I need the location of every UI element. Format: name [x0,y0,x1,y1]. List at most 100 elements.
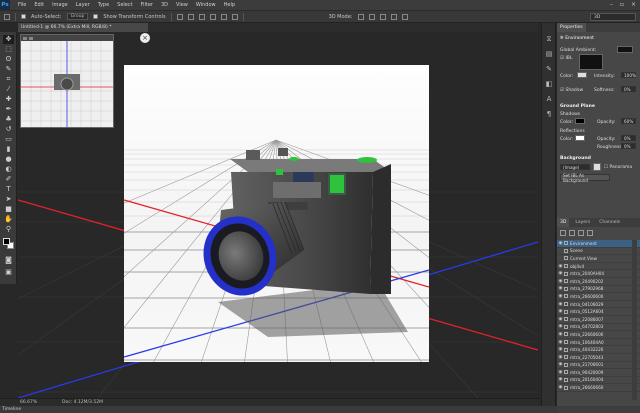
eye-icon[interactable]: ◉ [557,309,564,314]
nav-ctrl-icon[interactable] [29,36,33,40]
material-filter-icon[interactable] [578,230,584,236]
list-item[interactable]: ◉ obj4v4 [557,263,640,271]
blur-tool-icon[interactable]: ● [3,155,14,164]
slide-icon[interactable] [390,13,397,20]
eye-icon[interactable]: ◉ [557,377,564,382]
adjustments-panel-icon[interactable]: ◧ [545,80,553,88]
brush-panel-icon[interactable]: ✎ [545,65,553,73]
scene-filter-icon[interactable] [560,230,566,236]
document-info[interactable]: Doc: 4.12M/3.52M [62,400,103,405]
move-tool-icon[interactable]: ✥ [3,35,14,44]
panorama-checkbox[interactable]: ☐ Panorama [604,165,632,170]
list-item[interactable]: ◉ mtra_22660606 [557,331,640,339]
menu-layer[interactable]: Layer [76,2,90,8]
roll-icon[interactable] [368,13,375,20]
align-right-icon[interactable] [231,13,238,20]
list-item[interactable]: ◉ mtra_22705043 [557,354,640,362]
eye-icon[interactable]: ◉ [557,317,564,322]
eye-icon[interactable]: ◉ [557,241,564,246]
background-preview[interactable] [593,163,601,171]
pen-tool-icon[interactable]: ✐ [3,175,14,184]
eye-icon[interactable]: ◉ [557,362,564,367]
intensity-field[interactable]: 100% [621,72,636,78]
path-select-tool-icon[interactable]: ➤ [3,195,14,204]
list-item[interactable]: ◉ mtra_20490202 [557,278,640,286]
list-item[interactable]: ◉ mtra_04106029 [557,301,640,309]
align-middle-icon[interactable] [187,13,194,20]
light-filter-icon[interactable] [587,230,593,236]
color-swatches[interactable] [3,238,15,250]
menu-select[interactable]: Select [117,2,132,8]
eye-icon[interactable]: ◉ [557,355,564,360]
move-tool-icon[interactable] [4,13,10,20]
quick-select-tool-icon[interactable]: ✎ [3,65,14,74]
scale-icon[interactable] [401,13,408,20]
nav-ctrl-icon[interactable] [23,36,27,40]
align-top-icon[interactable] [176,13,183,20]
ibl-color-swatch[interactable] [577,72,587,78]
zoom-level[interactable]: 66.67% [0,400,40,405]
type-tool-icon[interactable]: T [3,185,14,194]
navigator-thumbnail[interactable] [20,34,114,128]
transform-controls-checkbox[interactable] [93,14,99,19]
list-item[interactable]: Scene [557,248,640,256]
auto-select-checkbox[interactable] [21,14,26,19]
eye-icon[interactable]: ◉ [557,271,564,276]
list-item[interactable]: ◉ mtra_22086007 [557,316,640,324]
menu-view[interactable]: View [176,2,188,8]
softness-field[interactable]: 0% [621,86,636,92]
marquee-tool-icon[interactable]: ⬚ [3,45,14,54]
list-item[interactable]: ◉ mtra_20160404 [557,377,640,385]
eye-icon[interactable]: ◉ [557,370,564,375]
pan-icon[interactable] [379,13,386,20]
list-item[interactable]: ◉ mtra_40432226 [557,346,640,354]
menu-type[interactable]: Type [98,2,109,8]
eyedropper-tool-icon[interactable]: ⁄ [3,85,14,94]
align-bottom-icon[interactable] [198,13,205,20]
eye-icon[interactable]: ◉ [557,302,564,307]
minimize-icon[interactable]: – [610,1,613,8]
list-item[interactable]: ◉ mtra_27902968 [557,286,640,294]
tab-channels[interactable]: Channels [596,218,623,227]
shadow-color-swatch[interactable] [575,118,585,124]
menu-window[interactable]: Window [196,2,216,8]
list-item[interactable]: ◉ mtra_64702803 [557,324,640,332]
menu-filter[interactable]: Filter [141,2,153,8]
menu-file[interactable]: File [18,2,26,8]
foreground-color[interactable] [3,238,10,245]
history-brush-tool-icon[interactable]: ↺ [3,125,14,134]
close-thumbnail-button[interactable]: × [140,33,150,43]
properties-panel-icon[interactable]: ▤ [545,50,553,58]
paragraph-panel-icon[interactable]: ¶ [545,110,553,118]
list-item[interactable]: ◉ mtra_0512A604 [557,308,640,316]
list-item[interactable]: ◉ mtra_26600600 [557,293,640,301]
align-center-icon[interactable] [220,13,227,20]
list-item[interactable]: ◉ mtra_106404A0 [557,339,640,347]
eye-icon[interactable]: ◉ [557,340,564,345]
eye-icon[interactable]: ◉ [557,332,564,337]
menu-image[interactable]: Image [52,2,68,8]
tab-layers[interactable]: Layers [572,218,593,227]
properties-tab[interactable]: Properties [557,23,586,32]
eye-icon[interactable]: ◉ [557,264,564,269]
character-panel-icon[interactable]: A [545,95,553,103]
list-item[interactable]: ◉ mtra_26660660 [557,384,640,392]
eye-icon[interactable]: ◉ [557,324,564,329]
shadow-opacity-field[interactable]: 60% [621,118,636,124]
clone-stamp-tool-icon[interactable]: ♣ [3,115,14,124]
hand-tool-icon[interactable]: ✋ [3,215,14,224]
screen-mode-icon[interactable]: ▣ [3,268,14,277]
maximize-icon[interactable]: ▫ [620,1,624,8]
close-icon[interactable]: × [631,1,636,8]
history-panel-icon[interactable]: ⧖ [545,35,553,43]
dodge-tool-icon[interactable]: ◐ [3,165,14,174]
workspace-select[interactable]: 3D [590,13,636,21]
global-ambient-swatch[interactable] [617,46,633,53]
eye-icon[interactable]: ◉ [557,347,564,352]
ibl-texture-preview[interactable] [579,54,603,70]
list-item[interactable]: ◉ mtra_2040AH04 [557,270,640,278]
lasso-tool-icon[interactable]: ʘ [3,55,14,64]
reflection-opacity-field[interactable]: 0% [621,135,636,141]
document-canvas[interactable]: × [18,32,538,398]
eye-icon[interactable]: ◉ [557,279,564,284]
